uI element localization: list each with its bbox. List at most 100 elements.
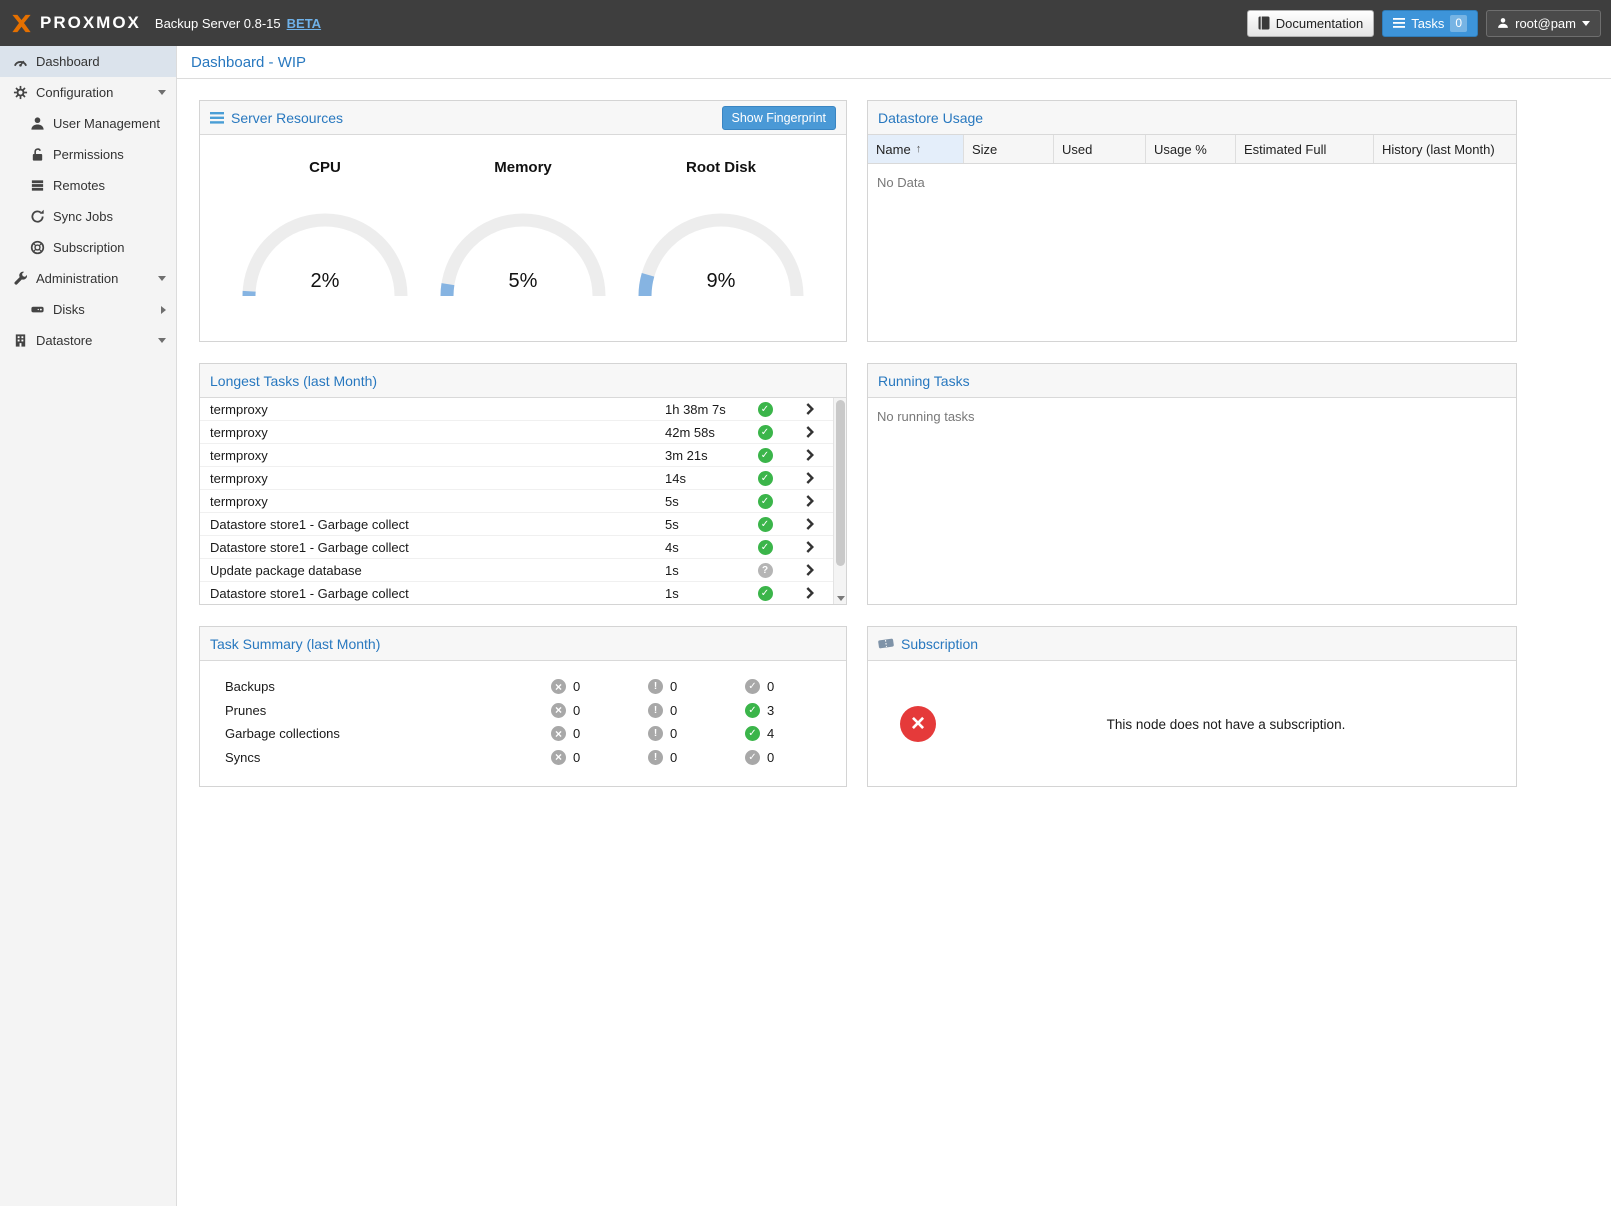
task-duration: 14s [665,471,743,486]
tachometer-icon [12,54,28,70]
column-header-size[interactable]: Size [964,135,1054,163]
longest-tasks-header: Longest Tasks (last Month) [200,364,846,398]
ok-icon [745,679,760,694]
sidebar-item-configuration[interactable]: Configuration [0,77,176,108]
task-open-action[interactable] [787,495,833,507]
ok-count-cell[interactable]: 0 [745,679,842,694]
task-open-action[interactable] [787,541,833,553]
chevron-down-icon[interactable] [158,90,166,95]
task-row[interactable]: Datastore store1 - Garbage collect 1s [200,582,846,604]
refresh-icon [29,209,45,225]
unlock-icon [29,147,45,163]
summary-row: Backups 0 0 0 [200,675,846,699]
dashboard-content: Server Resources Show Fingerprint CPU 2% [177,79,1611,787]
show-fingerprint-button[interactable]: Show Fingerprint [722,106,837,130]
longest-tasks-panel: Longest Tasks (last Month) termproxy 1h … [199,363,847,605]
sidebar-item-subscription[interactable]: Subscription [0,232,176,263]
task-open-action[interactable] [787,426,833,438]
task-open-action[interactable] [787,403,833,415]
task-status-icon [758,540,773,555]
datastore-usage-header: Datastore Usage [868,101,1516,135]
task-duration: 3m 21s [665,448,743,463]
summary-row-label: Syncs [200,750,551,765]
task-summary-panel: Task Summary (last Month) Backups 0 0 0 … [199,626,847,787]
error-count-cell[interactable]: 0 [551,703,648,718]
chevron-down-icon[interactable] [158,338,166,343]
error-icon [551,679,566,694]
error-count-cell[interactable]: 0 [551,726,648,741]
server-resources-panel: Server Resources Show Fingerprint CPU 2% [199,100,847,342]
sidebar-item-sync-jobs[interactable]: Sync Jobs [0,201,176,232]
error-count-cell[interactable]: 0 [551,679,648,694]
sidebar-item-label: User Management [53,116,160,131]
chevron-down-icon[interactable] [158,276,166,281]
warning-icon [648,726,663,741]
server-resources-header: Server Resources Show Fingerprint [200,101,846,135]
memory-gauge: Memory 5% [435,159,611,298]
task-row[interactable]: termproxy 42m 58s [200,421,846,444]
sidebar-item-user-management[interactable]: User Management [0,108,176,139]
tasks-label: Tasks [1411,16,1444,31]
summary-row-label: Backups [200,679,551,694]
task-open-action[interactable] [787,587,833,599]
task-row[interactable]: termproxy 14s [200,467,846,490]
ok-count-cell[interactable]: 4 [745,726,842,741]
task-duration: 4s [665,540,743,555]
error-count-cell[interactable]: 0 [551,750,648,765]
task-status-icon [758,402,773,417]
sidebar-item-disks[interactable]: Disks [0,294,176,325]
running-tasks-panel: Running Tasks No running tasks [867,363,1517,605]
task-status-icon [758,563,773,578]
documentation-button[interactable]: Documentation [1247,10,1374,37]
sidebar-item-datastore[interactable]: Datastore [0,325,176,356]
column-header-estimated-full[interactable]: Estimated Full [1236,135,1374,163]
warning-count: 0 [670,679,677,694]
task-open-action[interactable] [787,472,833,484]
task-row[interactable]: termproxy 5s [200,490,846,513]
warning-count-cell[interactable]: 0 [648,679,745,694]
sidebar-item-dashboard[interactable]: Dashboard [0,46,176,77]
datastore-usage-empty-text: No Data [868,164,1516,201]
task-row[interactable]: Update package database 1s [200,559,846,582]
top-header-bar: PROXMOX Backup Server 0.8-15 BETA Docume… [0,0,1611,46]
warning-count-cell[interactable]: 0 [648,703,745,718]
chevron-right-icon[interactable] [161,306,166,314]
ok-icon [745,726,760,741]
task-summary-header: Task Summary (last Month) [200,627,846,661]
task-row[interactable]: Datastore store1 - Garbage collect 4s [200,536,846,559]
ok-count-cell[interactable]: 3 [745,703,842,718]
column-header-usage-pct[interactable]: Usage % [1146,135,1236,163]
beta-link[interactable]: BETA [287,16,321,31]
subscription-panel: Subscription This node does not have a s… [867,626,1517,787]
task-open-action[interactable] [787,518,833,530]
user-menu-button[interactable]: root@pam [1486,10,1601,37]
warning-count-cell[interactable]: 0 [648,750,745,765]
ticket-icon [878,637,894,650]
ok-count: 3 [767,703,774,718]
warning-count-cell[interactable]: 0 [648,726,745,741]
task-row[interactable]: Datastore store1 - Garbage collect 5s [200,513,846,536]
ok-count: 0 [767,750,774,765]
cpu-gauge: CPU 2% [237,159,413,298]
datastore-usage-title: Datastore Usage [878,110,983,126]
column-header-history[interactable]: History (last Month) [1374,135,1516,163]
building-icon [12,333,28,349]
ok-icon [745,750,760,765]
sidebar-item-remotes[interactable]: Remotes [0,170,176,201]
tasks-button[interactable]: Tasks 0 [1382,10,1478,37]
root-disk-gauge: Root Disk 9% [633,159,809,298]
column-header-name[interactable]: Name ↑ [868,135,964,163]
column-header-used[interactable]: Used [1054,135,1146,163]
scrollbar-track[interactable] [833,398,846,604]
ok-count-cell[interactable]: 0 [745,750,842,765]
error-count: 0 [573,703,580,718]
warning-icon [648,679,663,694]
task-row[interactable]: termproxy 1h 38m 7s [200,398,846,421]
sidebar-item-permissions[interactable]: Permissions [0,139,176,170]
scrollbar-down-arrow-icon[interactable] [837,596,845,601]
sidebar-item-administration[interactable]: Administration [0,263,176,294]
task-open-action[interactable] [787,449,833,461]
task-row[interactable]: termproxy 3m 21s [200,444,846,467]
task-open-action[interactable] [787,564,833,576]
scrollbar-thumb[interactable] [836,400,845,566]
